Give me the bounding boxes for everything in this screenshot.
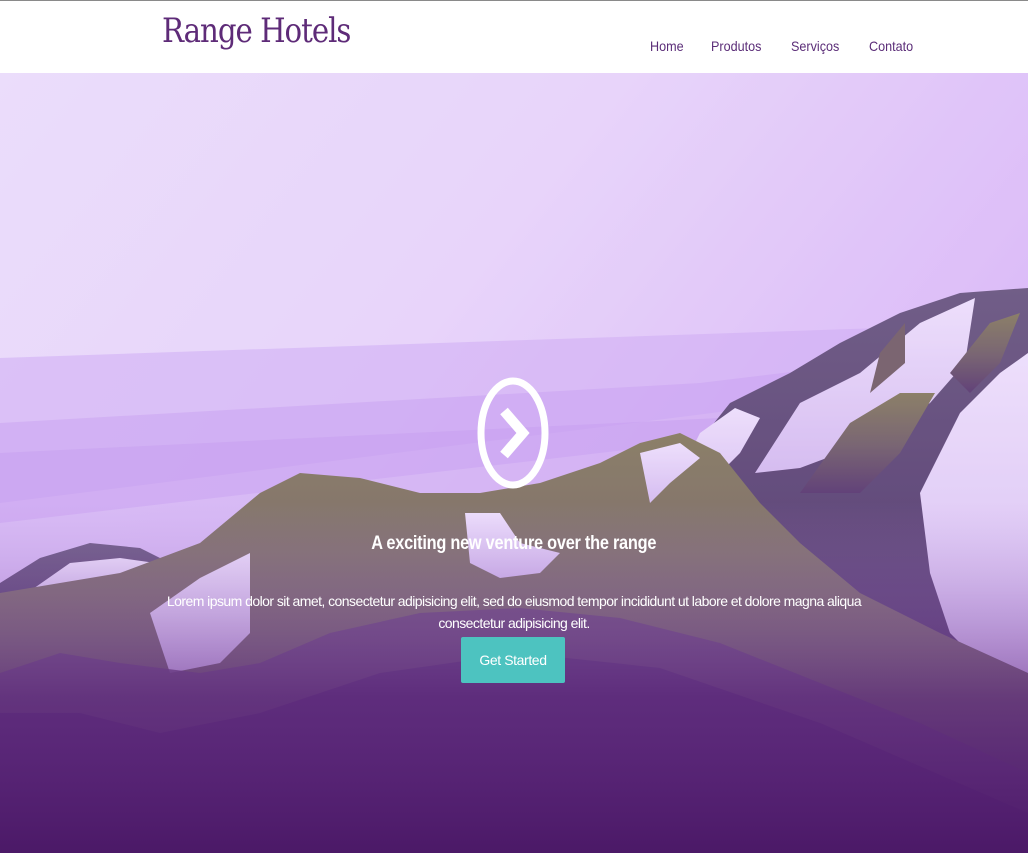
chevron-right-circle-icon[interactable]	[475, 375, 551, 491]
hero-section: A exciting new venture over the range Lo…	[0, 73, 1028, 853]
nav-link-contato[interactable]: Contato	[869, 38, 913, 54]
navbar: Range Hotels Home Produtos Serviços Cont…	[0, 1, 1028, 73]
nav-link-produtos[interactable]: Produtos	[711, 38, 761, 54]
main-nav: Home Produtos Serviços Contato	[650, 38, 942, 54]
get-started-button[interactable]: Get Started	[461, 637, 565, 683]
brand-logo[interactable]: Range Hotels	[162, 11, 351, 51]
hero-description: Lorem ipsum dolor sit amet, consectetur …	[166, 593, 862, 631]
hero-title: A exciting new venture over the range	[371, 532, 657, 554]
nav-link-home[interactable]: Home	[650, 38, 684, 54]
nav-link-servicos[interactable]: Serviços	[791, 38, 839, 54]
